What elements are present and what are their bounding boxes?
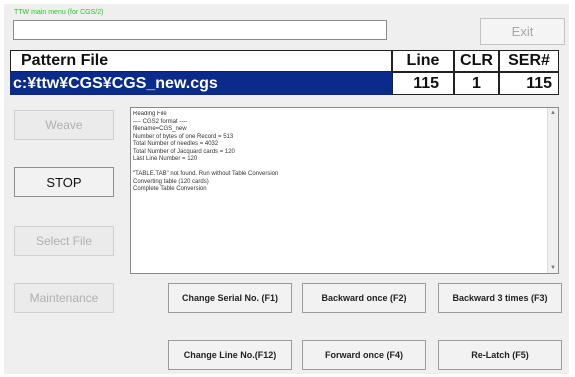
- scroll-down-icon[interactable]: ▼: [548, 263, 558, 273]
- log-scrollbar[interactable]: ▲ ▼: [547, 108, 558, 273]
- log-line: Complete Table Conversion: [133, 186, 207, 192]
- log-output[interactable]: Reading File ---- CGS2 format ---- filen…: [130, 107, 559, 274]
- clr-value: 1: [454, 72, 499, 95]
- backward-3-times-button[interactable]: Backward 3 times (F3): [438, 283, 562, 313]
- log-text: Reading File ---- CGS2 format ---- filen…: [133, 111, 544, 271]
- log-line: ---- CGS2 format ----: [133, 118, 188, 125]
- exit-button[interactable]: Exit: [480, 18, 565, 45]
- pattern-file-header: Pattern File: [10, 50, 392, 72]
- log-line: Number of bytes of one Record = 513: [133, 133, 234, 140]
- window-title: TTW main menu (for CGS/2): [14, 9, 104, 16]
- command-input[interactable]: [13, 20, 387, 40]
- ser-value: 115: [499, 72, 559, 95]
- stop-button[interactable]: STOP: [14, 167, 114, 197]
- relatch-button[interactable]: Re-Latch (F5): [438, 340, 562, 370]
- backward-once-button[interactable]: Backward once (F2): [302, 283, 426, 313]
- log-line: filename=CGS_new: [133, 126, 187, 132]
- log-line: Total Number of needles = 4032: [133, 141, 219, 147]
- log-line: Converting table (120 cards): [133, 178, 209, 185]
- log-line: Total Number of Jacquard cards = 120: [133, 148, 235, 155]
- line-value: 115: [392, 72, 454, 95]
- log-line: "TABLE.TAB" not found. Run without Table…: [133, 171, 279, 177]
- log-line: Last Line Number = 120: [133, 156, 198, 162]
- change-line-button[interactable]: Change Line No.(F12): [168, 340, 292, 370]
- line-header: Line: [392, 50, 454, 72]
- clr-header: CLR: [454, 50, 499, 72]
- maintenance-button[interactable]: Maintenance: [14, 283, 114, 313]
- ser-header: SER#: [499, 50, 559, 72]
- log-line: Reading File: [133, 111, 167, 117]
- weave-button[interactable]: Weave: [14, 110, 114, 140]
- scroll-up-icon[interactable]: ▲: [548, 108, 558, 118]
- change-serial-button[interactable]: Change Serial No. (F1): [168, 283, 292, 313]
- forward-once-button[interactable]: Forward once (F4): [302, 340, 426, 370]
- select-file-button[interactable]: Select File: [14, 226, 114, 256]
- pattern-file-path: c:¥ttw¥CGS¥CGS_new.cgs: [10, 72, 392, 95]
